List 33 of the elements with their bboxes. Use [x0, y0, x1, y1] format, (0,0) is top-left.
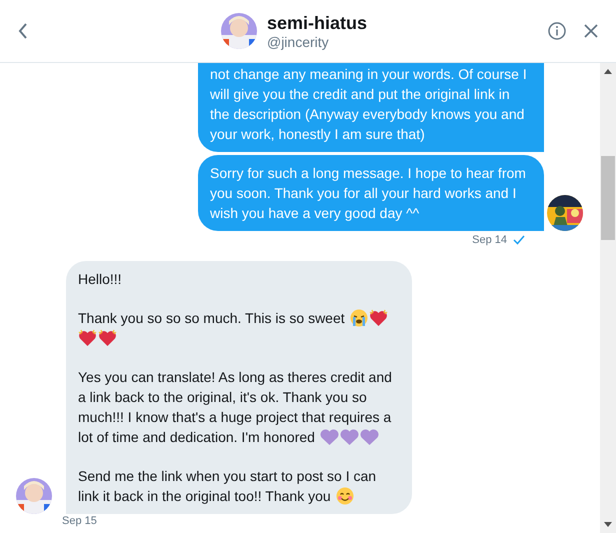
- scrollbar[interactable]: [600, 63, 616, 533]
- profile-handle: @jincerity: [266, 34, 330, 50]
- message-text: will give you the credit and put the original link in: [210, 85, 510, 104]
- smiling-face-icon: [336, 487, 354, 505]
- message-text: not change any meaning in your words. Of course I: [210, 65, 527, 84]
- heart-icon: [340, 428, 359, 446]
- message-text: lot of time and dedication. I'm honored: [78, 428, 315, 447]
- message-text: Yes you can translate! As long as theres credit and: [78, 368, 392, 387]
- message-text: Sorry for such a long message. I hope to hear from: [210, 164, 526, 183]
- heart-icon: [368, 309, 388, 327]
- heart-icon: [320, 428, 339, 446]
- profile-name: semi-hiatus: [266, 12, 368, 34]
- message-text: you soon. Thank you for all your hard works and I: [210, 184, 516, 203]
- scroll-thumb[interactable]: [601, 156, 615, 240]
- message-text: Send me the link when you start to post so I can: [78, 467, 376, 486]
- close-button[interactable]: [584, 24, 598, 38]
- heart-icon: [360, 428, 379, 446]
- message-text: link it back in the original too!! Thank you: [78, 487, 331, 506]
- heart-icon: [98, 329, 117, 347]
- message-date: Sep 15: [62, 515, 97, 527]
- message-text: wish you have a very good day ^^: [210, 204, 420, 223]
- scroll-down-icon[interactable]: [604, 522, 612, 527]
- crying-face-icon: [350, 309, 368, 327]
- scroll-up-icon[interactable]: [604, 69, 612, 74]
- heart-icon: [78, 329, 97, 347]
- message-text: your work, honestly I am sure that): [210, 125, 425, 144]
- message-text: much!!! I know that's a huge project that requires a: [78, 408, 392, 427]
- message-text: Hello!!!: [78, 270, 122, 289]
- message-text: the description (Anyway everybody knows you and: [210, 105, 524, 124]
- message-text: Thank you so so so much. This is so sweet: [78, 309, 345, 328]
- message-date: Sep 14: [472, 234, 507, 246]
- message-text: a link back to the original, it's ok. Thank you so: [78, 388, 367, 407]
- info-button[interactable]: [548, 22, 566, 40]
